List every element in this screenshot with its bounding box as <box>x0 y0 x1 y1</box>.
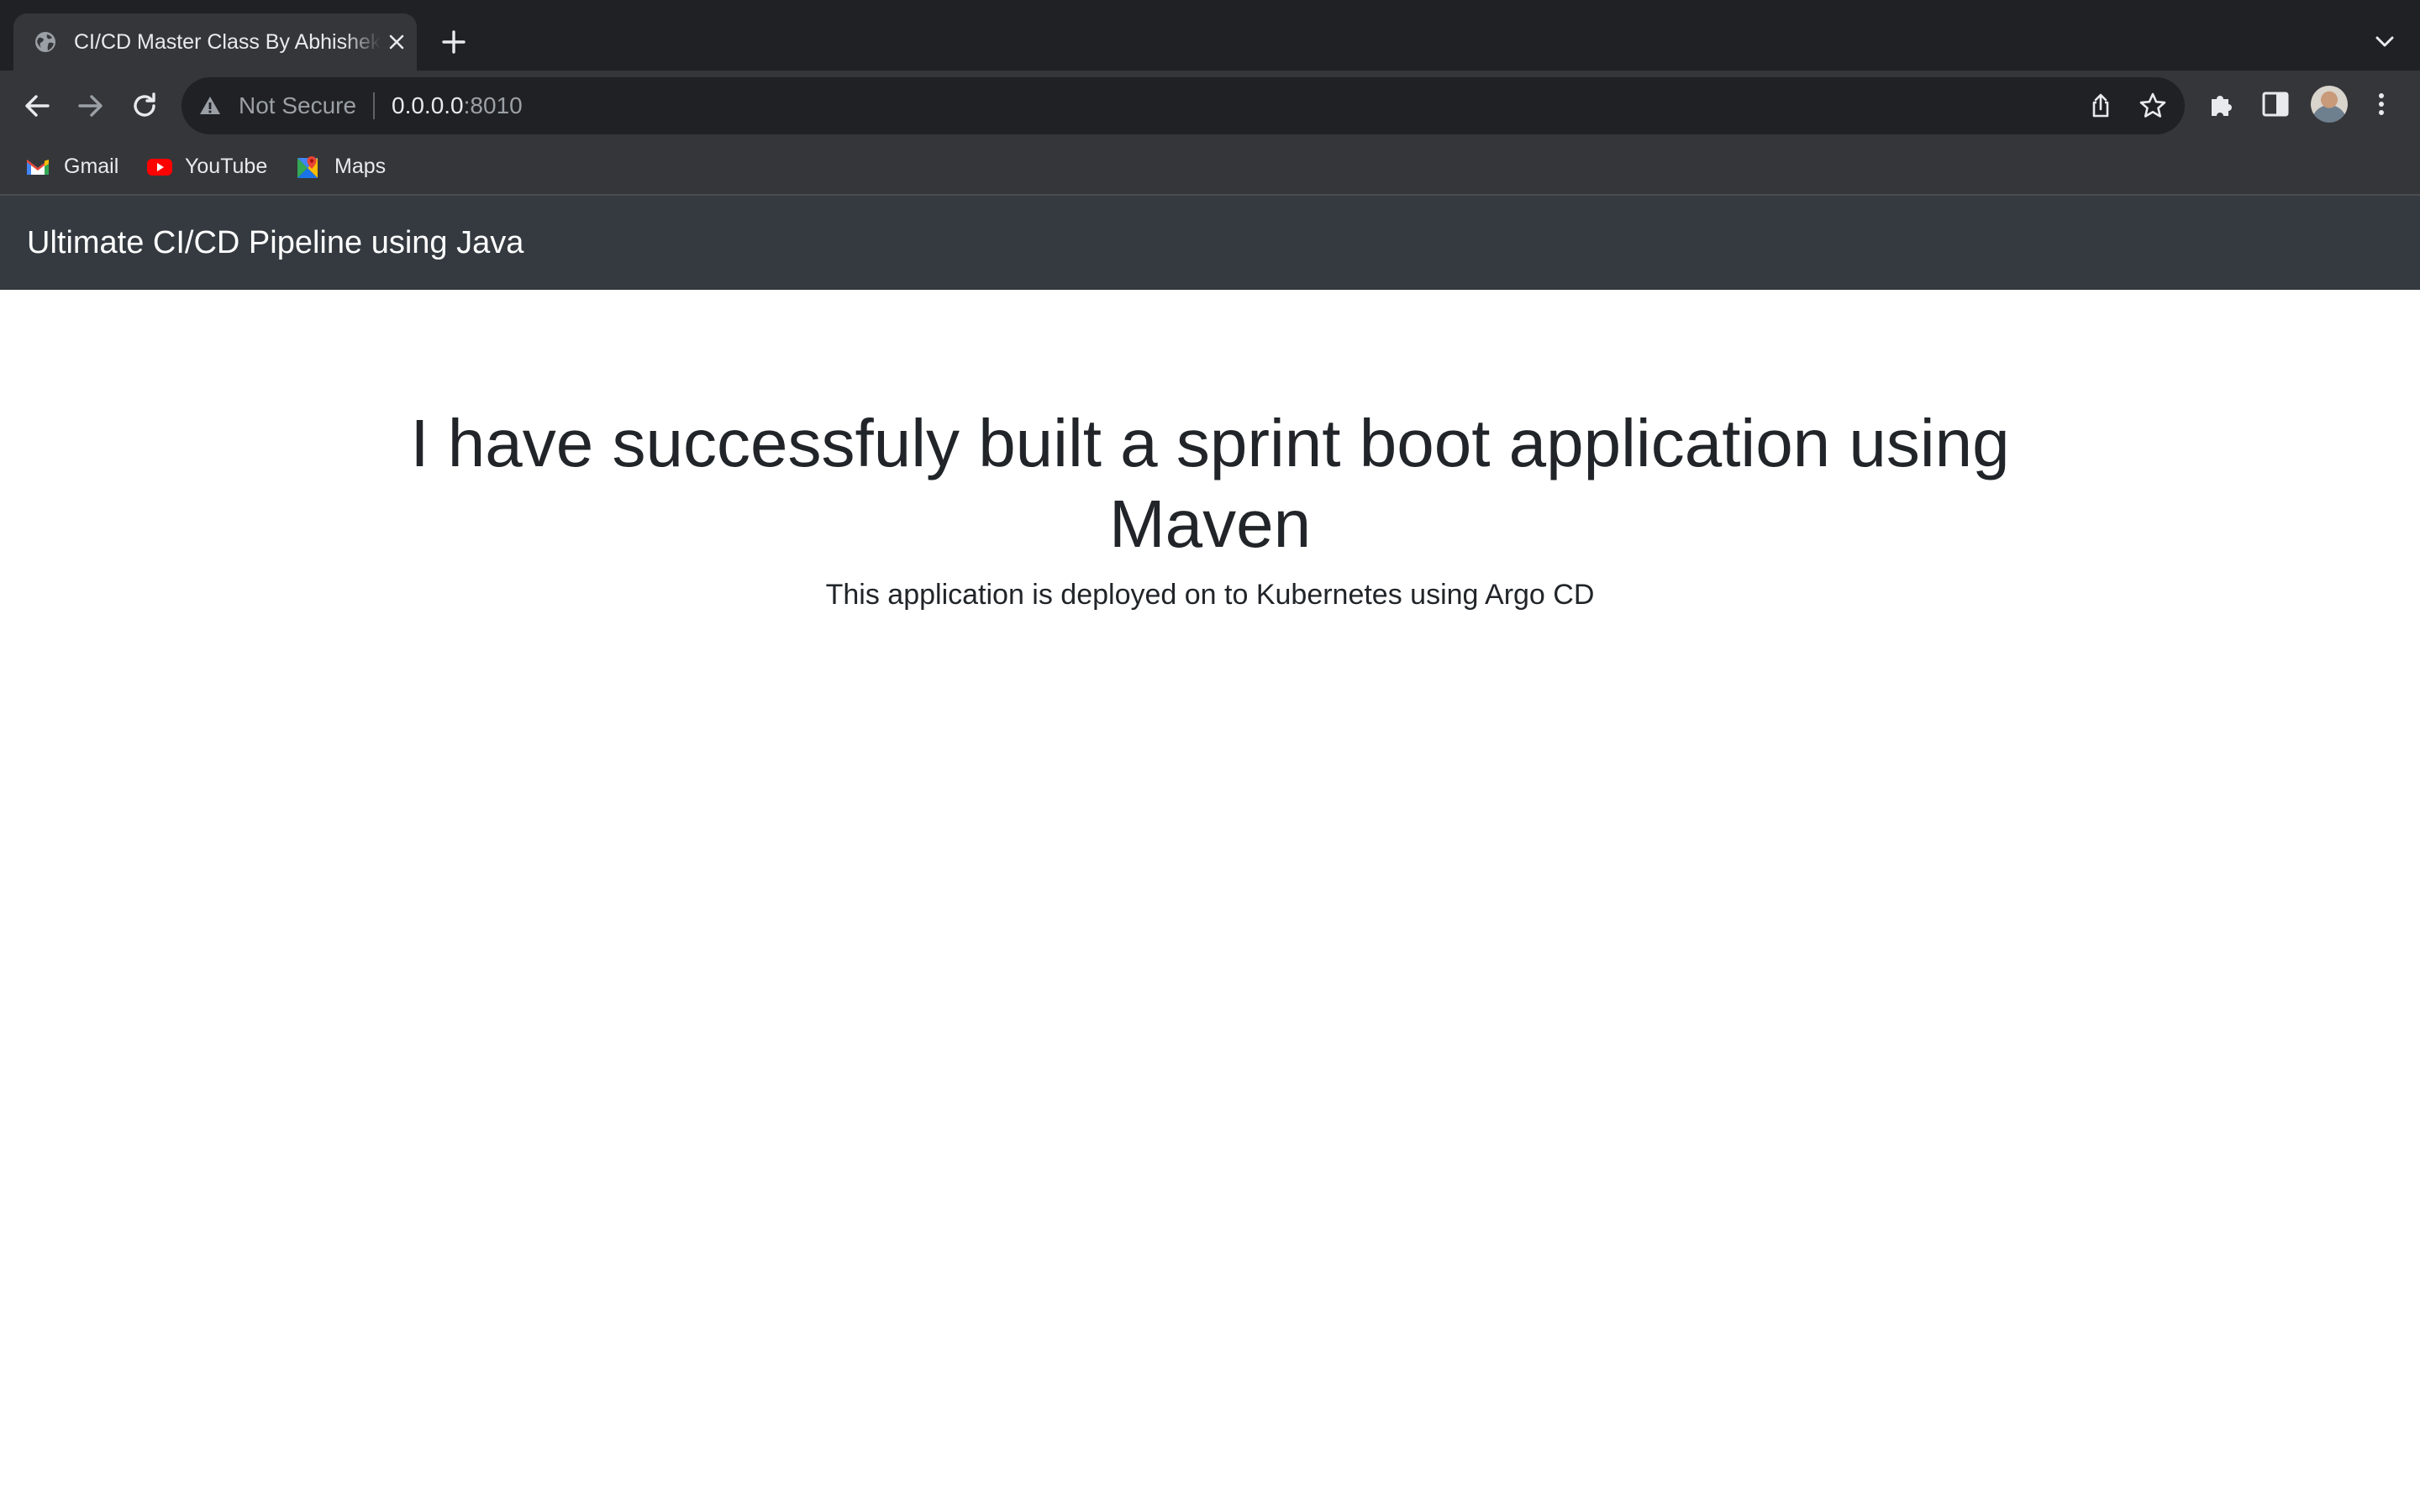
bookmark-maps[interactable]: Maps <box>296 146 397 186</box>
forward-arrow-icon[interactable] <box>74 89 108 123</box>
page-heading: I have successfuly built a sprint boot a… <box>410 406 2010 561</box>
url-port: :8010 <box>463 92 523 118</box>
tab-strip: CI/CD Master Class By Abhishek Veeramall… <box>0 0 2420 71</box>
url-host: 0.0.0.0 <box>392 92 464 118</box>
bookmark-star-icon[interactable] <box>2138 91 2168 121</box>
youtube-icon <box>147 159 172 176</box>
url-text[interactable]: 0.0.0.0:8010 <box>392 77 523 134</box>
page-subtext: This application is deployed on to Kuber… <box>825 579 1595 611</box>
extensions-puzzle-icon[interactable] <box>2207 89 2237 119</box>
security-label[interactable]: Not Secure <box>239 77 356 134</box>
close-tab-icon[interactable] <box>387 32 407 52</box>
address-divider <box>373 92 375 119</box>
globe-icon <box>35 32 55 52</box>
bookmark-gmail[interactable]: Gmail <box>25 146 126 186</box>
chevron-down-icon[interactable] <box>2373 32 2396 52</box>
tab-title: CI/CD Master Class By Abhishek Veeramall… <box>74 30 381 54</box>
share-icon[interactable] <box>2087 92 2114 119</box>
profile-avatar[interactable] <box>2311 86 2348 123</box>
maps-icon <box>297 156 318 178</box>
main-content: I have successfuly built a sprint boot a… <box>0 403 2420 615</box>
bookmark-label: YouTube <box>185 155 268 178</box>
more-menu-icon[interactable] <box>2370 89 2393 119</box>
reload-icon[interactable] <box>128 89 161 123</box>
side-panel-icon[interactable] <box>2260 89 2291 119</box>
bookmark-youtube[interactable]: YouTube <box>146 146 272 186</box>
back-arrow-icon[interactable] <box>20 89 54 123</box>
browser-toolbar: Not Secure 0.0.0.0:8010 Gmail YouTube Ma… <box>0 71 2420 195</box>
bookmark-label: Gmail <box>64 155 119 178</box>
navbar-brand[interactable]: Ultimate CI/CD Pipeline using Java <box>27 196 523 290</box>
address-bar[interactable]: Not Secure 0.0.0.0:8010 <box>182 77 2185 134</box>
bookmark-label: Maps <box>334 155 387 178</box>
browser-tab[interactable]: CI/CD Master Class By Abhishek Veeramall… <box>13 13 417 71</box>
bookmarks-bar: Gmail YouTube Maps <box>0 146 2420 186</box>
gmail-icon <box>27 160 49 175</box>
warning-icon[interactable] <box>198 94 222 118</box>
new-tab-icon[interactable] <box>440 29 467 55</box>
page-navbar: Ultimate CI/CD Pipeline using Java <box>0 196 2420 290</box>
